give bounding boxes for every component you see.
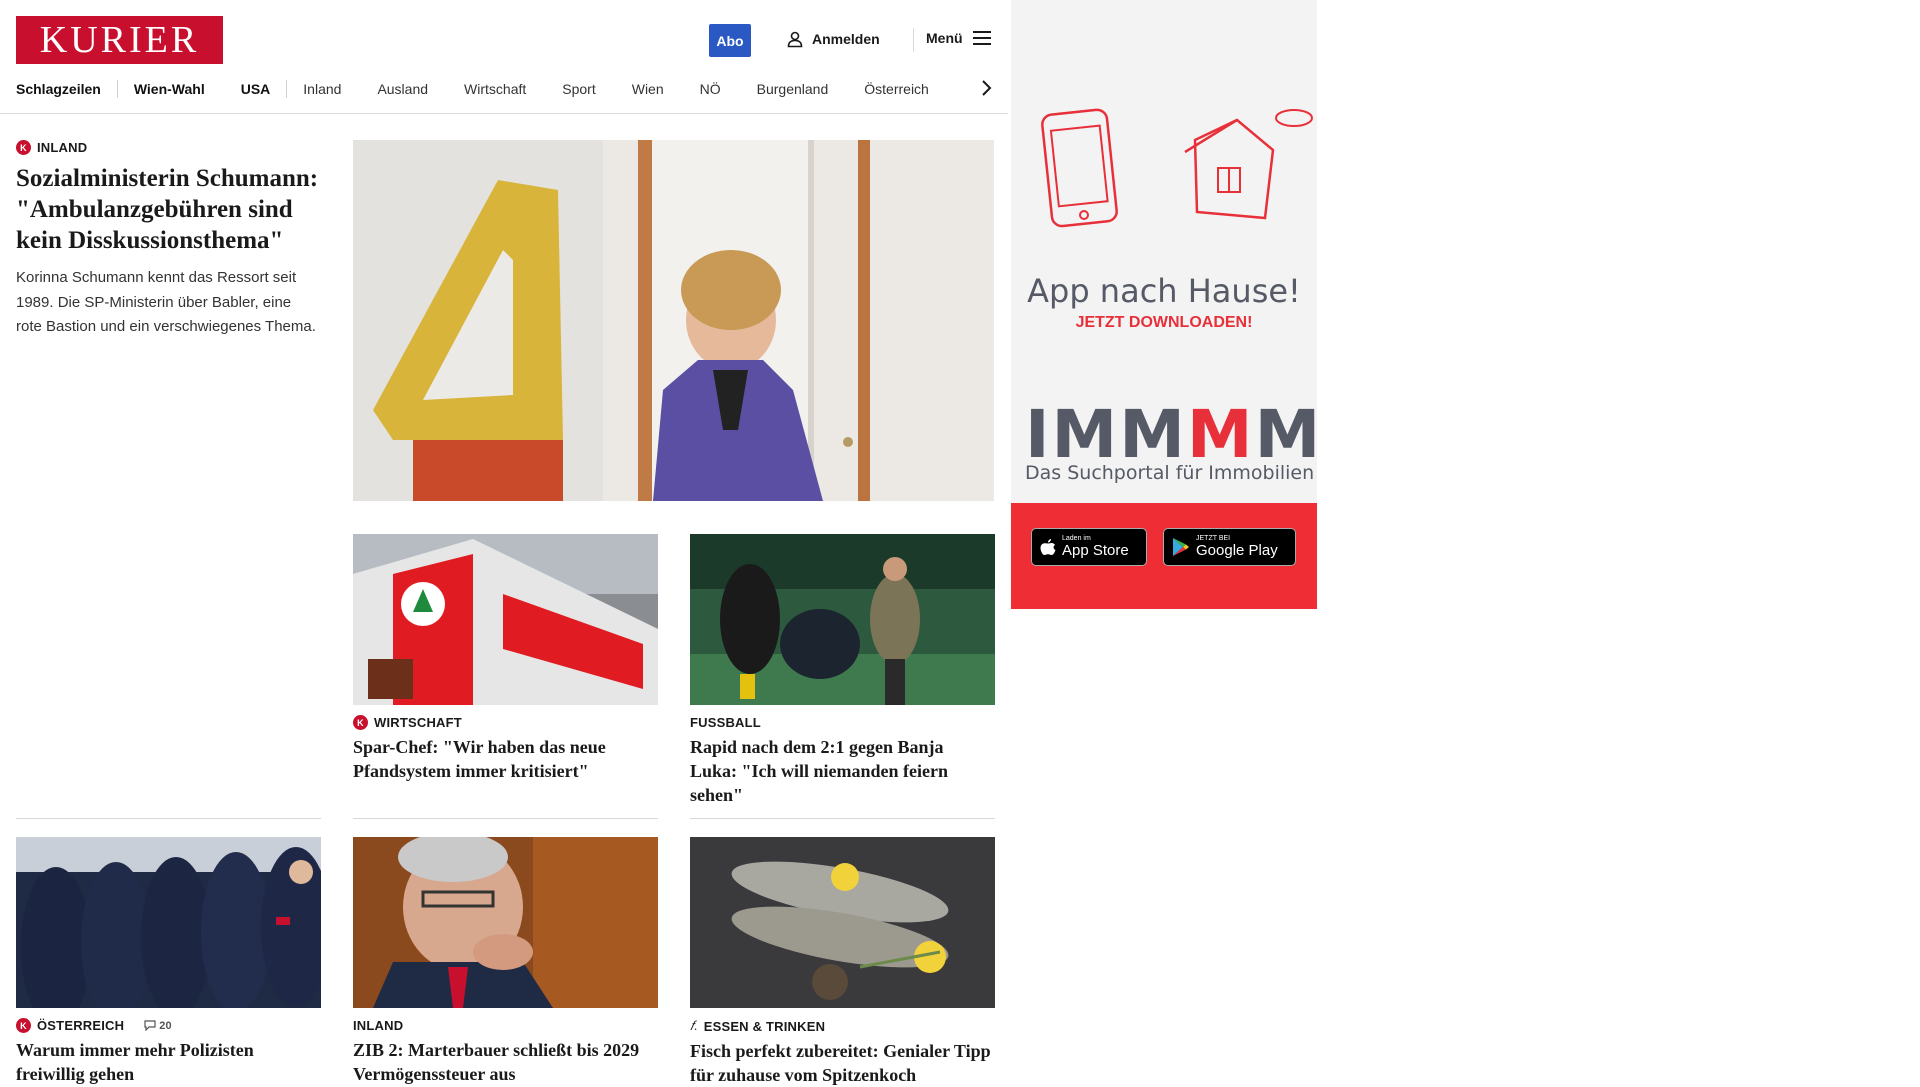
nav-divider bbox=[286, 80, 288, 98]
nav-item-wien-wahl[interactable]: Wien-Wahl bbox=[134, 81, 205, 97]
lead-teaser: Korinna Schumann kennt das Ressort seit … bbox=[16, 269, 316, 335]
lead-story[interactable]: K INLAND Sozialministerin Schumann: "Amb… bbox=[16, 140, 320, 340]
nav-item-inland[interactable]: Inland bbox=[303, 81, 341, 97]
comment-count-label: 20 bbox=[159, 1019, 172, 1032]
article-card[interactable]: 𝑓. ESSEN & TRINKEN Fisch perfekt zuberei… bbox=[690, 837, 995, 1087]
article-card[interactable]: K WIRTSCHAFT Spar-Chef: "Wir haben das n… bbox=[353, 534, 658, 783]
kurier-logo[interactable]: KURIER bbox=[16, 16, 223, 64]
comment-icon bbox=[144, 1020, 156, 1031]
article-kicker: 𝑓. ESSEN & TRINKEN bbox=[690, 1018, 995, 1034]
nav-item-usa[interactable]: USA bbox=[241, 81, 271, 97]
divider bbox=[353, 818, 658, 819]
lead-kicker: K INLAND bbox=[16, 140, 320, 155]
comment-count[interactable]: 20 bbox=[144, 1020, 172, 1032]
kurier-plus-icon: K bbox=[16, 1018, 31, 1033]
login-button[interactable]: Anmelden bbox=[786, 30, 880, 48]
ad-title: App nach Hause! bbox=[1027, 272, 1301, 310]
divider bbox=[690, 818, 995, 819]
nav-item-noe[interactable]: NÖ bbox=[700, 81, 721, 97]
kicker-label: WIRTSCHAFT bbox=[374, 715, 462, 730]
kurier-plus-icon: K bbox=[353, 715, 368, 730]
article-card[interactable]: INLAND ZIB 2: Marterbauer schließt bis 2… bbox=[353, 837, 658, 1086]
article-image[interactable] bbox=[353, 837, 658, 1008]
article-kicker: INLAND bbox=[353, 1018, 658, 1033]
hamburger-icon bbox=[972, 31, 991, 45]
article-headline[interactable]: Rapid nach dem 2:1 gegen Banja Luka: "Ic… bbox=[690, 735, 995, 807]
app-store-button[interactable]: Laden im App Store bbox=[1031, 528, 1147, 566]
article-kicker: K ÖSTERREICH 20 bbox=[16, 1018, 321, 1033]
brand-tagline: Das Suchportal für Immobilien bbox=[1025, 462, 1315, 484]
article-image[interactable] bbox=[16, 837, 321, 1008]
kicker-label: ESSEN & TRINKEN bbox=[703, 1018, 826, 1034]
apple-icon bbox=[1040, 538, 1056, 555]
article-headline[interactable]: ZIB 2: Marterbauer schließt bis 2029 Ver… bbox=[353, 1038, 658, 1086]
nav-item-sport[interactable]: Sport bbox=[562, 81, 595, 97]
phone-house-illustration bbox=[1041, 108, 1313, 228]
nav-item-oesterreich[interactable]: Österreich bbox=[864, 81, 929, 97]
ad-cta[interactable]: JETZT DOWNLOADEN! bbox=[1011, 314, 1317, 332]
article-kicker: K WIRTSCHAFT bbox=[353, 715, 658, 730]
user-icon bbox=[787, 31, 803, 48]
article-card[interactable]: FUSSBALL Rapid nach dem 2:1 gegen Banja … bbox=[690, 534, 995, 807]
lead-kicker-label: INLAND bbox=[37, 140, 88, 155]
google-play-icon bbox=[1173, 538, 1189, 556]
header-divider bbox=[913, 28, 914, 52]
kicker-label: INLAND bbox=[353, 1018, 404, 1033]
divider bbox=[16, 818, 321, 819]
nav-item-wien[interactable]: Wien bbox=[632, 81, 664, 97]
section-nav: Schlagzeilen Wien-Wahl USA Inland Auslan… bbox=[16, 78, 965, 100]
abo-button[interactable]: Abo bbox=[709, 24, 751, 57]
nav-divider bbox=[116, 80, 118, 98]
login-label: Anmelden bbox=[812, 31, 880, 47]
nav-item-ausland[interactable]: Ausland bbox=[377, 81, 428, 97]
kicker-label: FUSSBALL bbox=[690, 715, 761, 730]
article-image[interactable] bbox=[690, 534, 995, 705]
store-big-label: Google Play bbox=[1196, 542, 1278, 559]
article-image[interactable] bbox=[353, 534, 658, 705]
advertisement[interactable]: App nach Hause! JETZT DOWNLOADEN! IMMMMO… bbox=[1011, 0, 1317, 609]
menu-button[interactable]: Menü bbox=[926, 30, 991, 46]
gourmet-icon: 𝑓. bbox=[690, 1018, 698, 1033]
nav-item-wirtschaft[interactable]: Wirtschaft bbox=[464, 81, 526, 97]
lead-headline[interactable]: Sozialministerin Schumann: "Ambulanzgebü… bbox=[16, 163, 320, 256]
nav-item-burgenland[interactable]: Burgenland bbox=[757, 81, 829, 97]
site-header: KURIER Abo Anmelden Menü Schlagzeilen Wi… bbox=[0, 0, 1008, 114]
article-card[interactable]: K ÖSTERREICH 20 Warum immer mehr Polizis… bbox=[16, 837, 321, 1086]
store-big-label: App Store bbox=[1062, 542, 1129, 559]
kurier-plus-icon: K bbox=[16, 140, 31, 155]
kicker-label: ÖSTERREICH bbox=[37, 1018, 125, 1033]
article-image[interactable] bbox=[690, 837, 995, 1008]
google-play-button[interactable]: JETZT BEI Google Play bbox=[1163, 528, 1296, 566]
article-headline[interactable]: Spar-Chef: "Wir haben das neue Pfandsyst… bbox=[353, 735, 658, 783]
menu-label: Menü bbox=[926, 30, 963, 46]
lead-image[interactable] bbox=[353, 140, 994, 501]
chevron-right-icon[interactable] bbox=[976, 78, 996, 98]
article-headline[interactable]: Warum immer mehr Polizisten freiwillig g… bbox=[16, 1038, 321, 1086]
article-kicker: FUSSBALL bbox=[690, 715, 995, 730]
nav-item-schlagzeilen[interactable]: Schlagzeilen bbox=[16, 81, 101, 97]
